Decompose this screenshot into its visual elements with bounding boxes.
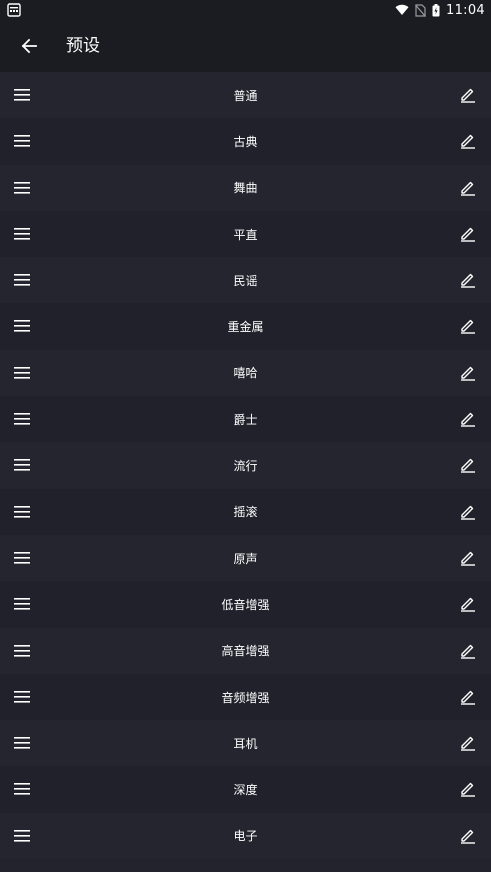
edit-icon[interactable]	[459, 317, 477, 335]
drag-handle-icon[interactable]	[13, 828, 31, 844]
preset-row[interactable]: 低音增强	[0, 581, 491, 628]
edit-icon[interactable]	[459, 780, 477, 798]
preset-row[interactable]: 舞曲	[0, 164, 491, 211]
page-title: 预设	[66, 36, 100, 56]
battery-charging-icon	[432, 3, 440, 16]
preset-row[interactable]: 平直	[0, 210, 491, 258]
edit-icon[interactable]	[459, 642, 477, 660]
preset-row[interactable]: 爵士	[0, 396, 491, 443]
preset-row[interactable]: 深度	[0, 766, 491, 813]
edit-icon[interactable]	[459, 734, 477, 752]
edit-icon[interactable]	[459, 179, 477, 197]
drag-handle-icon[interactable]	[13, 504, 31, 520]
preset-list: 普通古典舞曲平直民谣重金属嘻哈爵士流行摇滚原声低音增强高音增强音频增强耳机深度电…	[0, 72, 491, 860]
edit-icon[interactable]	[459, 503, 477, 521]
preset-row[interactable]: 高音增强	[0, 627, 491, 674]
preset-row[interactable]: 古典	[0, 118, 491, 165]
status-time: 11:04	[446, 2, 485, 18]
preset-label: 深度	[233, 783, 258, 798]
app-bar: 预设	[0, 20, 491, 72]
back-button[interactable]	[14, 32, 44, 60]
status-bar: 11:04	[0, 0, 491, 20]
edit-icon[interactable]	[459, 549, 477, 567]
edit-icon[interactable]	[459, 456, 477, 474]
preset-label: 爵士	[233, 412, 258, 427]
preset-label: 耳机	[233, 736, 258, 751]
preset-label: 古典	[233, 134, 258, 149]
preset-label: 高音增强	[221, 644, 270, 659]
edit-icon[interactable]	[459, 688, 477, 706]
preset-row[interactable]: 耳机	[0, 720, 491, 767]
preset-row[interactable]: 音频增强	[0, 673, 491, 721]
preset-row[interactable]: 重金属	[0, 303, 491, 350]
app-notification-icon	[7, 3, 21, 17]
preset-label: 音频增强	[221, 690, 270, 705]
preset-label: 普通	[233, 88, 258, 103]
drag-handle-icon[interactable]	[13, 226, 31, 242]
preset-label: 电子	[233, 829, 258, 844]
edit-icon[interactable]	[459, 827, 477, 845]
preset-label: 平直	[233, 227, 258, 242]
drag-handle-icon[interactable]	[13, 457, 31, 473]
preset-row[interactable]: 原声	[0, 534, 491, 582]
drag-handle-icon[interactable]	[13, 411, 31, 427]
drag-handle-icon[interactable]	[13, 365, 31, 381]
drag-handle-icon[interactable]	[13, 133, 31, 149]
preset-label: 原声	[233, 551, 258, 566]
drag-handle-icon[interactable]	[13, 689, 31, 705]
wifi-icon	[395, 4, 409, 16]
drag-handle-icon[interactable]	[13, 272, 31, 288]
preset-row[interactable]: 嘻哈	[0, 349, 491, 397]
edit-icon[interactable]	[459, 271, 477, 289]
preset-label: 民谣	[233, 273, 258, 288]
preset-label: 低音增强	[221, 597, 270, 612]
drag-handle-icon[interactable]	[13, 180, 31, 196]
preset-row[interactable]: 摇滚	[0, 488, 491, 535]
drag-handle-icon[interactable]	[13, 318, 31, 334]
edit-icon[interactable]	[459, 86, 477, 104]
drag-handle-icon[interactable]	[13, 596, 31, 612]
preset-label: 摇滚	[233, 505, 258, 520]
drag-handle-icon[interactable]	[13, 643, 31, 659]
edit-icon[interactable]	[459, 410, 477, 428]
preset-label: 流行	[233, 459, 258, 474]
preset-label: 重金属	[227, 320, 264, 335]
drag-handle-icon[interactable]	[13, 550, 31, 566]
edit-icon[interactable]	[459, 132, 477, 150]
preset-row[interactable]: 流行	[0, 442, 491, 489]
preset-row[interactable]: 普通	[0, 72, 491, 119]
arrow-back-icon	[21, 38, 37, 54]
drag-handle-icon[interactable]	[13, 735, 31, 751]
no-sim-icon	[415, 3, 426, 17]
edit-icon[interactable]	[459, 595, 477, 613]
edit-icon[interactable]	[459, 225, 477, 243]
drag-handle-icon[interactable]	[13, 781, 31, 797]
drag-handle-icon[interactable]	[13, 87, 31, 103]
preset-label: 嘻哈	[233, 366, 258, 381]
preset-label: 舞曲	[233, 181, 258, 196]
preset-row[interactable]: 民谣	[0, 257, 491, 304]
edit-icon[interactable]	[459, 364, 477, 382]
preset-row[interactable]: 电子	[0, 812, 491, 860]
